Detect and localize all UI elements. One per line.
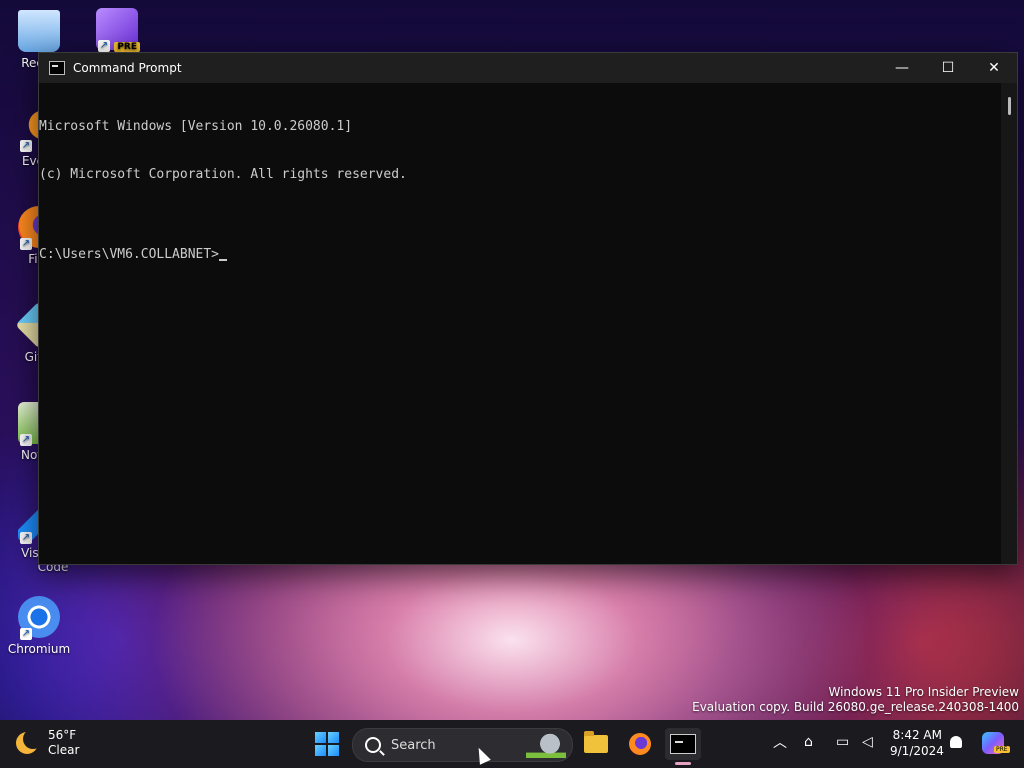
watermark-line-2: Evaluation copy. Build 26080.ge_release.… [692,700,1019,714]
firefox-icon [629,733,651,755]
window-title: Command Prompt [73,61,182,75]
watermark-line-1: Windows 11 Pro Insider Preview [828,685,1019,699]
moon-icon [16,729,43,754]
command-prompt-window[interactable]: Command Prompt — ☐ ✕ Microsoft Windows [… [38,52,1018,565]
minimize-button[interactable]: — [879,53,925,83]
console-line: Microsoft Windows [Version 10.0.26080.1] [39,119,353,134]
scrollbar-thumb[interactable] [1008,97,1011,115]
text-cursor [219,259,228,261]
weather-temperature: 56°F [48,728,77,742]
pre-badge: PRE [114,42,140,52]
weather-condition: Clear [48,743,80,757]
search-highlight-icon [526,732,566,758]
shortcut-arrow-icon: ↗ [20,532,32,544]
shortcut-arrow-icon: ↗ [20,434,32,446]
clock-time: 8:42 AM [892,728,942,742]
show-hidden-icons-chevron-icon[interactable]: ︿ [773,732,787,752]
shortcut-arrow-icon: ↗ [98,40,110,52]
taskbar-command-prompt[interactable] [665,728,701,760]
start-button[interactable] [315,732,339,756]
evaluation-watermark: Windows 11 Pro Insider Preview Evaluatio… [692,685,1019,715]
console-line: (c) Microsoft Corporation. All rights re… [39,167,407,182]
command-prompt-icon [670,734,696,754]
shortcut-arrow-icon: ↗ [20,238,32,250]
weather-widget[interactable]: 56°F Clear [16,728,79,758]
network-disconnected-icon[interactable]: ⌂ [804,734,813,750]
desktop-icon-chromium[interactable]: ↗ Chromium [2,596,76,656]
copilot-pre-badge: PRE [994,746,1010,753]
desktop-icon-label: Chromium [7,642,71,656]
shortcut-arrow-icon: ↗ [20,140,32,152]
shortcut-arrow-icon: ↗ [20,628,32,640]
window-titlebar[interactable]: Command Prompt — ☐ ✕ [39,53,1017,83]
desktop-icon-visual-studio-preview[interactable]: ↗ PRE [80,8,154,54]
console-prompt-line[interactable]: C:\Users\VM6.COLLABNET> [39,247,1017,263]
chromium-icon: ↗ [18,596,60,640]
active-app-indicator [675,762,691,765]
command-prompt-icon [49,61,65,75]
system-clock[interactable]: 8:42 AM 9/1/2024 [890,727,944,759]
close-button[interactable]: ✕ [971,53,1017,83]
vertical-scrollbar[interactable] [1001,83,1017,564]
windows-logo-icon [315,745,326,756]
volume-muted-icon[interactable]: ◁ [862,734,873,750]
recycle-bin-icon [18,10,60,52]
windows-logo-icon [328,745,339,756]
notification-bell-icon[interactable] [950,736,962,748]
folder-icon [584,731,608,753]
taskbar: 56°F Clear Search ︿ ⌂ ▭ ◁ 8:42 AM 9/1/20… [0,720,1024,768]
search-placeholder: Search [391,737,436,753]
taskbar-search[interactable]: Search [352,728,573,762]
search-icon [365,737,381,753]
visual-studio-preview-icon: ↗ PRE [96,8,140,52]
clock-date: 9/1/2024 [890,744,944,758]
console-prompt: C:\Users\VM6.COLLABNET> [39,247,220,262]
windows-logo-icon [315,732,326,743]
taskbar-file-explorer[interactable] [578,728,614,760]
console-output[interactable]: Microsoft Windows [Version 10.0.26080.1]… [39,83,1017,564]
maximize-button[interactable]: ☐ [925,53,971,83]
display-icon[interactable]: ▭ [836,734,849,750]
taskbar-firefox[interactable] [622,728,658,760]
windows-logo-icon [328,732,339,743]
